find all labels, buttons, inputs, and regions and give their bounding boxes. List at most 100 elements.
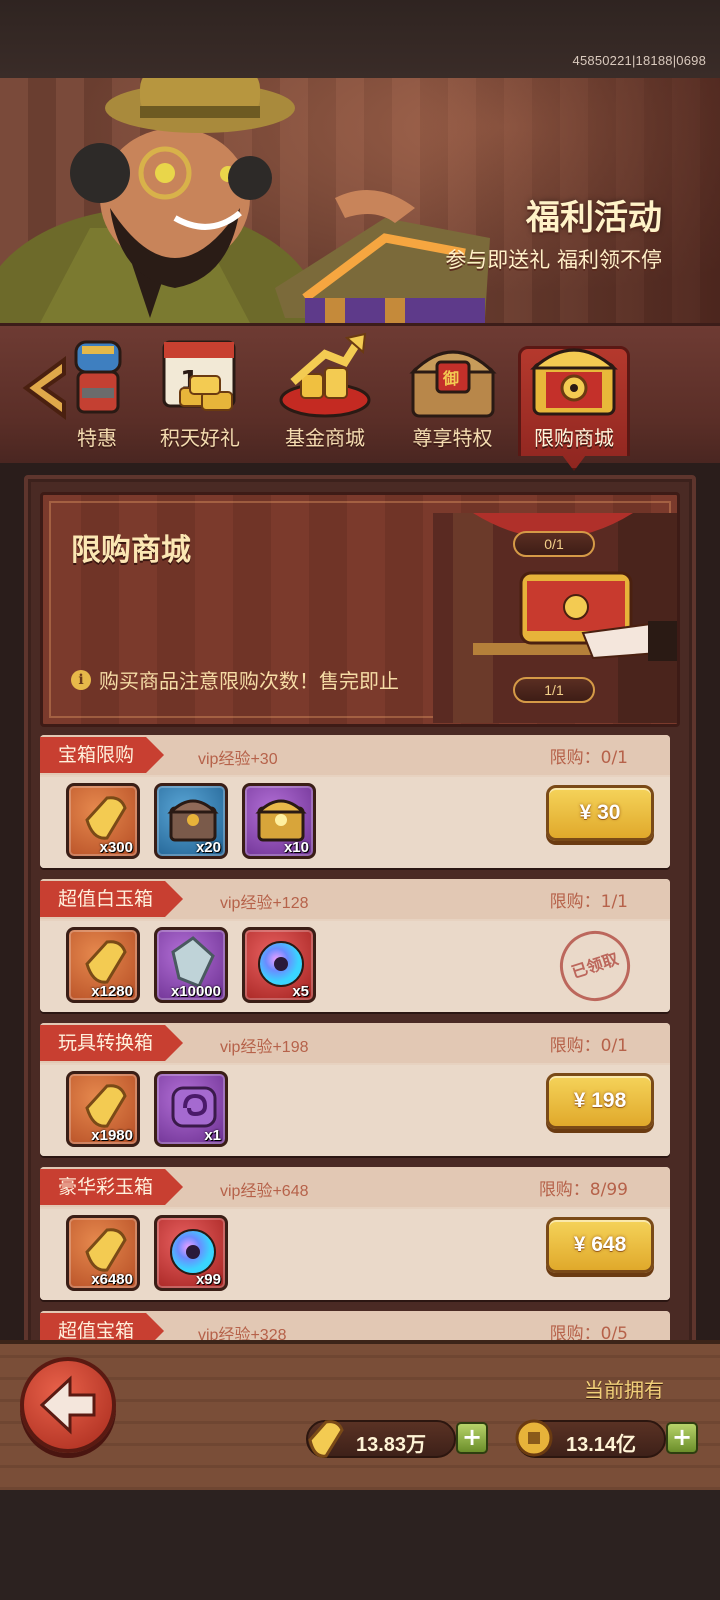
counter-bottom: 1/1	[513, 677, 595, 703]
add-coin-button[interactable]: +	[666, 1422, 698, 1454]
purchase-limit: 限购：0/1	[549, 748, 628, 768]
limited-chest-icon	[530, 348, 618, 416]
back-arrow-icon	[39, 1375, 96, 1435]
vip-exp: vip经验+198	[220, 1039, 309, 1056]
item-quantity: x20	[195, 839, 221, 856]
crystal-icon	[171, 936, 215, 988]
offer-row: 超值白玉箱 vip经验+128 限购：1/1 x1280 x10000 x5 已…	[40, 879, 670, 1012]
buy-button[interactable]: ¥ 648	[546, 1217, 654, 1273]
ticket-amount: 13.83万	[356, 1434, 427, 1456]
promo-title: 限购商城	[71, 533, 191, 568]
coin-balance: 13.14亿	[515, 1419, 666, 1458]
gold-ticket-icon	[85, 1228, 127, 1272]
offer-body: x1980 x1 ¥ 198	[40, 1065, 670, 1156]
offer-body: x300 x20 x10 ¥ 30	[40, 777, 670, 868]
item-quantity: x1	[204, 1127, 221, 1144]
item-quantity: x6480	[91, 1271, 133, 1288]
item-quantity: x300	[99, 839, 133, 856]
calendar-gold-icon: 1	[162, 340, 236, 411]
gold-ticket-icon	[85, 940, 127, 984]
vip-exp: vip经验+648	[220, 1183, 309, 1200]
gold-ticket-icon	[308, 1420, 344, 1458]
offer-name: 宝箱限购	[40, 737, 164, 773]
offer-body: x1280 x10000 x5 已领取	[40, 921, 670, 1012]
tab-special-offer[interactable]: 特惠	[62, 326, 132, 466]
offer-header: 豪华彩玉箱 vip经验+648 限购：8/99	[40, 1167, 670, 1207]
owned-label: 当前拥有	[584, 1378, 664, 1402]
purchase-limit: 限购：0/1	[549, 1036, 628, 1056]
reward-item[interactable]: x20	[154, 783, 228, 859]
offer-header: 超值白玉箱 vip经验+128 限购：1/1	[40, 879, 670, 919]
top-strip: 45850221|18188|0698	[0, 0, 720, 78]
add-ticket-button[interactable]: +	[456, 1422, 488, 1454]
tab-label: 特惠	[77, 426, 117, 450]
item-quantity: x1980	[91, 1127, 133, 1144]
tab-label: 积天好礼	[160, 426, 240, 450]
offer-header: 宝箱限购 vip经验+30 限购：0/1	[40, 735, 670, 775]
reward-item[interactable]: x1280	[66, 927, 140, 1003]
tab-label: 限购商城	[534, 426, 614, 450]
purchase-limit: 限购：1/1	[549, 892, 628, 912]
footer-strip	[0, 1490, 720, 1600]
reward-item[interactable]: x1	[154, 1071, 228, 1147]
coin-amount: 13.14亿	[566, 1434, 637, 1456]
tab-vip-privilege[interactable]: 御 尊享特权	[400, 326, 505, 466]
purchase-notice-text: 购买商品注意限购次数！售完即止	[99, 669, 399, 693]
buy-button[interactable]: ¥ 198	[546, 1073, 654, 1129]
tab-scroll-left-arrow-icon[interactable]	[20, 356, 68, 420]
purchase-limit: 限购：8/99	[538, 1180, 628, 1200]
item-quantity: x99	[195, 1271, 221, 1288]
iron-chest-icon	[167, 799, 219, 842]
tab-label: 基金商城	[285, 426, 365, 450]
tab-limited-store[interactable]: 限购商城	[518, 326, 630, 471]
build-id: 45850221|18188|0698	[572, 53, 706, 68]
item-quantity: x5	[292, 983, 309, 1000]
swirl-token-icon	[171, 1086, 217, 1128]
item-quantity: x1280	[91, 983, 133, 1000]
svg-text:御: 御	[442, 369, 459, 388]
item-quantity: x10	[283, 839, 309, 856]
offer-row: 玩具转换箱 vip经验+198 限购：0/1 x1980 x1 ¥ 198	[40, 1023, 670, 1156]
reward-item[interactable]: x6480	[66, 1215, 140, 1291]
tab-label: 尊享特权	[412, 426, 493, 450]
claimed-stamp: 已领取	[550, 921, 640, 1011]
treasure-stage-illustration: 0/1 1/1	[433, 503, 677, 723]
gold-chest-icon	[255, 799, 307, 842]
rainbow-orb-icon	[170, 1229, 216, 1275]
tab-fund-store[interactable]: 基金商城	[270, 326, 380, 466]
reward-item[interactable]: x99	[154, 1215, 228, 1291]
purchase-notice: i 购买商品注意限购次数！售完即止	[71, 665, 399, 694]
gold-ticket-icon	[85, 1084, 127, 1128]
reward-item[interactable]: x300	[66, 783, 140, 859]
gold-ticket-icon	[85, 796, 127, 840]
banner-subtitle: 参与即送礼 福利领不停	[445, 248, 662, 272]
tab-daily-gift[interactable]: 1 积天好礼	[150, 326, 250, 466]
rainbow-orb-icon	[258, 941, 304, 987]
offer-name: 豪华彩玉箱	[40, 1169, 183, 1205]
fund-growth-icon	[279, 332, 371, 418]
privilege-chest-icon: 御	[408, 350, 497, 418]
offer-row: 宝箱限购 vip经验+30 限购：0/1 x300 x20 x10 ¥ 30	[40, 735, 670, 868]
gold-coin-icon	[515, 1419, 553, 1457]
offer-name: 玩具转换箱	[40, 1025, 183, 1061]
vip-exp: vip经验+30	[198, 751, 278, 768]
reward-item[interactable]: x5	[242, 927, 316, 1003]
info-icon: i	[71, 669, 91, 690]
back-button[interactable]	[20, 1357, 116, 1453]
reward-item[interactable]: x10000	[154, 927, 228, 1003]
category-tab-bar: 特惠 1 积天好礼 基金商城 御 尊享特权	[0, 323, 720, 471]
store-promo-card: 限购商城 i 购买商品注意限购次数！售完即止 0/1 1/1	[40, 492, 680, 727]
banner-title: 福利活动	[526, 198, 662, 238]
robot-gift-icon	[74, 340, 122, 414]
offer-name: 超值白玉箱	[40, 881, 183, 917]
ticket-balance: 13.83万	[306, 1420, 456, 1458]
vip-exp: vip经验+128	[220, 895, 309, 912]
event-banner: 福利活动 参与即送礼 福利领不停	[0, 78, 720, 323]
offer-header: 玩具转换箱 vip经验+198 限购：0/1	[40, 1023, 670, 1063]
reward-item[interactable]: x10	[242, 783, 316, 859]
buy-button[interactable]: ¥ 30	[546, 785, 654, 841]
reward-item[interactable]: x1980	[66, 1071, 140, 1147]
offer-row: 豪华彩玉箱 vip经验+648 限购：8/99 x6480 x99 ¥ 648	[40, 1167, 670, 1300]
counter-top: 0/1	[513, 531, 595, 557]
item-quantity: x10000	[170, 983, 221, 1000]
